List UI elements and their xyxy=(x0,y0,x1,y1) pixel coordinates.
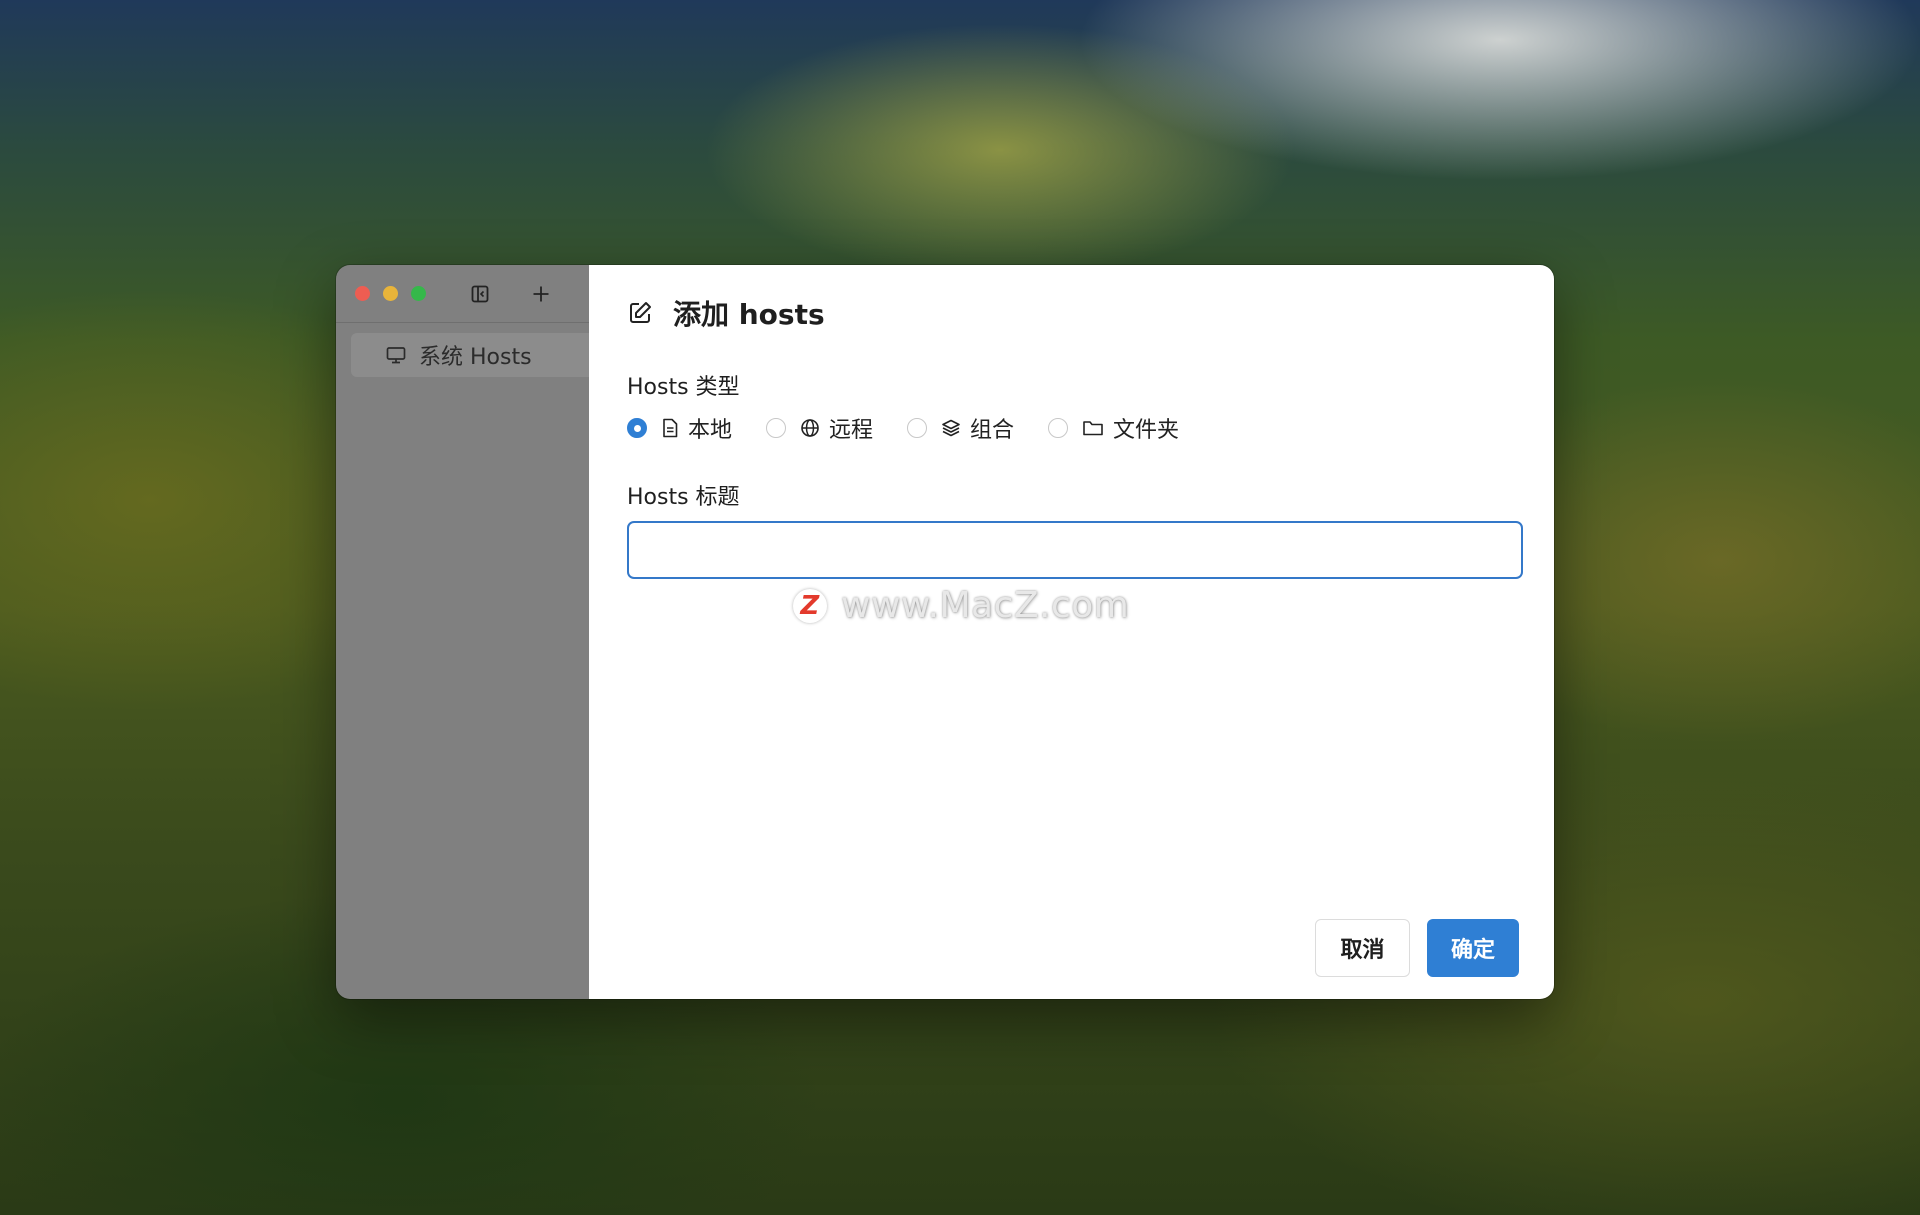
sidebar-item-label: 系统 Hosts xyxy=(419,345,532,370)
sidebar-toolbar xyxy=(336,265,589,323)
file-icon xyxy=(663,418,678,438)
plus-icon xyxy=(533,286,549,302)
maximize-window-button[interactable] xyxy=(411,286,426,301)
radio-group-combo-circle[interactable] xyxy=(907,418,928,438)
folder-icon xyxy=(1083,421,1103,436)
radio-group-combo-label: 组合 xyxy=(970,418,1015,443)
sidebar-toggle-button[interactable] xyxy=(467,281,493,307)
radio-folder[interactable]: 文件夹 xyxy=(1048,412,1179,444)
hosts-type-radio-group: 本地 远程 组合 文件夹 xyxy=(627,412,1213,444)
hosts-type-label: Hosts 类型 xyxy=(627,375,740,400)
sidebar-toggle-icon xyxy=(471,285,489,303)
sidebar-item-system-hosts[interactable]: 系统 Hosts xyxy=(351,333,589,377)
edit-icon xyxy=(630,302,651,323)
sidebar: 系统 Hosts xyxy=(336,265,589,999)
globe-icon xyxy=(801,419,819,437)
monitor-icon xyxy=(386,347,406,364)
hosts-title-input[interactable] xyxy=(627,521,1523,579)
radio-folder-label: 文件夹 xyxy=(1113,418,1180,443)
minimize-window-button[interactable] xyxy=(383,286,398,301)
close-window-button[interactable] xyxy=(355,286,370,301)
radio-remote[interactable]: 远程 xyxy=(766,412,873,444)
add-hosts-dialog: 添加 hosts Hosts 类型 本地 远程 组合 文件夹 Hosts 标题 … xyxy=(589,265,1554,999)
hosts-title-label: Hosts 标题 xyxy=(627,485,740,510)
radio-folder-circle[interactable] xyxy=(1048,418,1069,438)
dialog-title-text: 添加 hosts xyxy=(673,298,825,331)
radio-local[interactable]: 本地 xyxy=(627,412,732,444)
radio-remote-label: 远程 xyxy=(829,418,874,443)
radio-local-label: 本地 xyxy=(688,418,733,443)
radio-local-circle[interactable] xyxy=(627,418,647,438)
watermark: Z www.MacZ.com xyxy=(793,585,1129,626)
add-hosts-button[interactable] xyxy=(528,281,554,307)
radio-group-combo[interactable]: 组合 xyxy=(907,412,1014,444)
dialog-title: 添加 hosts xyxy=(627,293,825,333)
cancel-button[interactable]: 取消 xyxy=(1315,919,1410,977)
watermark-text: www.MacZ.com xyxy=(841,585,1130,626)
app-window: 系统 Hosts 添加 hosts Hosts 类型 本地 远程 组合 文件夹 … xyxy=(336,265,1554,999)
ok-button[interactable]: 确定 xyxy=(1427,919,1519,977)
watermark-logo: Z xyxy=(793,588,827,623)
layers-icon xyxy=(942,419,960,437)
radio-remote-circle[interactable] xyxy=(766,418,787,438)
